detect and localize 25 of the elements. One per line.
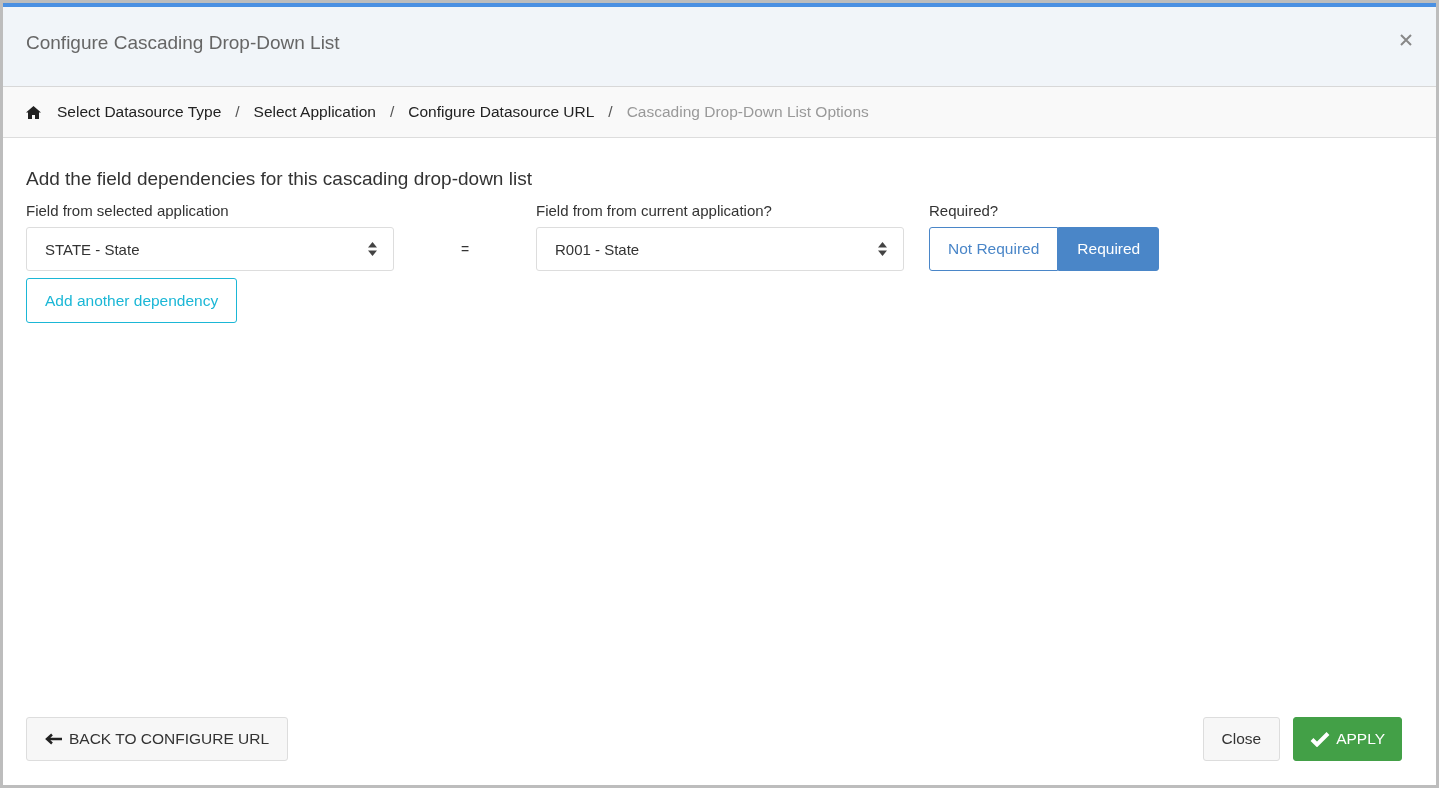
equals-sign: = (459, 241, 471, 257)
close-button[interactable]: Close (1202, 717, 1281, 761)
breadcrumb-item[interactable]: Configure Datasource URL (408, 103, 595, 121)
breadcrumb-separator: / (235, 103, 240, 121)
breadcrumb-separator: / (608, 103, 613, 121)
home-icon[interactable] (26, 105, 41, 119)
breadcrumb-item[interactable]: Select Datasource Type (57, 103, 222, 121)
sort-caret-icon (878, 242, 887, 256)
sort-caret-icon (368, 242, 377, 256)
field-label: Field from from current application? (536, 202, 773, 219)
toggle-option[interactable]: Required (1058, 227, 1160, 271)
checkmark-icon (1310, 731, 1331, 747)
left-arrow-icon (45, 733, 63, 745)
breadcrumb-item: Cascading Drop-Down List Options (626, 103, 869, 121)
section-heading: Add the field dependencies for this cascading drop-down list (26, 168, 533, 190)
select-field[interactable]: R001 - State (536, 227, 904, 271)
toggle-option[interactable]: Not Required (929, 227, 1059, 271)
window-title: Configure Cascading Drop-Down List (26, 31, 340, 54)
close-icon[interactable] (1400, 33, 1412, 46)
select-field[interactable]: STATE - State (26, 227, 394, 271)
field-label: Field from selected application (26, 202, 230, 219)
breadcrumb-item[interactable]: Select Application (253, 103, 376, 121)
back-button[interactable]: BACK TO CONFIGURE URL (26, 717, 289, 761)
breadcrumb-separator: / (389, 103, 395, 121)
field-label: Required? (929, 202, 1000, 219)
